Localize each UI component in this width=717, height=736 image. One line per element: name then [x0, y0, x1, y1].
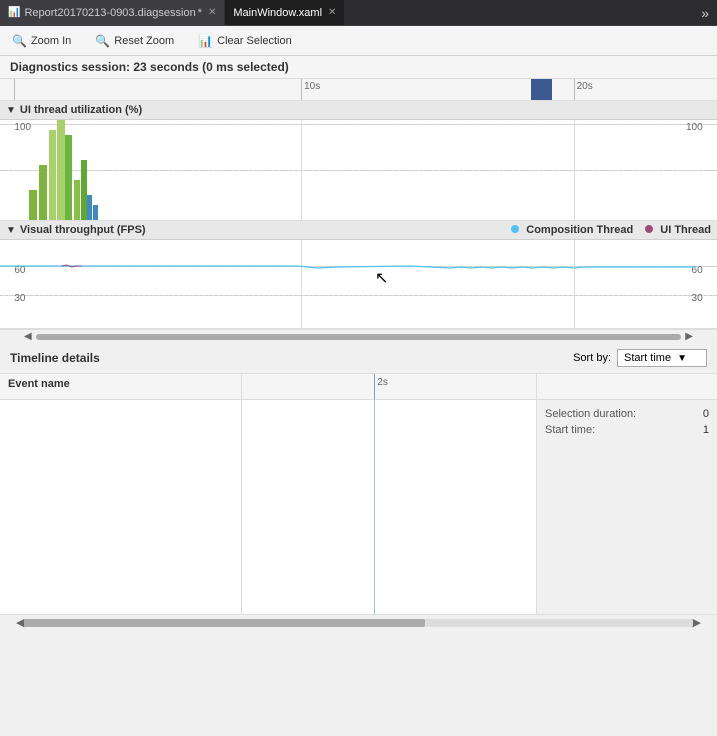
- bottom-scroll-thumb[interactable]: [24, 619, 425, 627]
- ui-thread-chart-body[interactable]: 100 100: [0, 120, 717, 220]
- tab-mainwindow[interactable]: MainWindow.xaml ✕: [225, 0, 345, 25]
- legend-label-composition: Composition Thread: [526, 224, 633, 236]
- tab-close-diag[interactable]: ✕: [208, 7, 216, 18]
- fps-composition-line: [0, 266, 697, 268]
- timeline-details-title: Timeline details: [10, 351, 100, 365]
- fps-chart-header[interactable]: ▼ Visual throughput (FPS) Composition Th…: [0, 221, 717, 240]
- bar-6: [81, 160, 87, 220]
- tab-nav-arrows[interactable]: »: [693, 5, 717, 21]
- start-time-value: 1: [703, 424, 709, 436]
- table-ruler-tick-2s: 2s: [374, 374, 388, 399]
- bar-0: [29, 190, 38, 220]
- selection-duration-label: Selection duration:: [545, 408, 636, 420]
- session-info-text: Diagnostics session: 23 seconds (0 ms se…: [10, 60, 289, 74]
- ui-thread-bars: [0, 120, 717, 220]
- legend-composition-thread: Composition Thread: [511, 224, 633, 236]
- fps-chart-title: Visual throughput (FPS): [20, 224, 146, 236]
- ui-thread-chart-section: ▼ UI thread utilization (%) 100 100: [0, 101, 717, 221]
- fps-line-svg: [0, 240, 717, 328]
- bottom-scroll-left-arrow[interactable]: ◀: [16, 616, 24, 629]
- table-col-right: Selection duration: 0 Start time: 1: [537, 374, 717, 614]
- start-time-label: Start time:: [545, 424, 595, 436]
- table-col-timeline: 2s: [242, 374, 537, 614]
- table-timeline-body[interactable]: [242, 400, 536, 614]
- zoom-in-label: Zoom In: [31, 35, 71, 47]
- col-event-name-body[interactable]: [0, 400, 241, 614]
- bottom-scroll-right-arrow[interactable]: ▶: [693, 616, 701, 629]
- ruler-tick-0s: [14, 79, 17, 100]
- timeline-details-header: Timeline details Sort by: Start time ▼: [0, 343, 717, 374]
- scroll-right-arrow[interactable]: ▶: [681, 331, 697, 342]
- tab-label-main: MainWindow.xaml: [233, 7, 322, 19]
- bar-2: [49, 130, 56, 220]
- tab-close-main[interactable]: ✕: [328, 7, 336, 18]
- timeline-ruler: 10s 20s: [0, 79, 717, 101]
- bar-4: [65, 135, 72, 220]
- start-time-row: Start time: 1: [545, 424, 709, 436]
- fps-chart-body[interactable]: 60 30 60 30 ↖: [0, 240, 717, 328]
- ruler-tick-10s: 10s: [301, 79, 320, 100]
- col-header-event-name: Event name: [0, 374, 241, 400]
- sort-dropdown-arrow-icon: ▼: [677, 353, 687, 364]
- sort-by-label: Sort by:: [573, 352, 611, 364]
- legend-ui-thread: UI Thread: [645, 224, 711, 236]
- timeline-table: Event name 2s Selection duration: 0 Star…: [0, 374, 717, 614]
- ui-thread-chart-header[interactable]: ▼ UI thread utilization (%): [0, 101, 717, 120]
- tab-modified-diag: *: [198, 7, 202, 19]
- session-info: Diagnostics session: 23 seconds (0 ms se…: [0, 56, 717, 79]
- bar-1: [39, 165, 46, 220]
- reset-zoom-button[interactable]: 🔍 Reset Zoom: [91, 32, 178, 50]
- scroll-track[interactable]: [36, 334, 682, 340]
- bottom-scrollbar[interactable]: ◀ ▶: [0, 614, 717, 630]
- tab-diagsession[interactable]: 📊 Report20170213-0903.diagsession * ✕: [0, 0, 225, 25]
- bar-5: [74, 180, 80, 220]
- bottom-scroll-track[interactable]: [24, 619, 692, 627]
- zoom-in-icon: 🔍: [12, 34, 27, 48]
- col-event-name-label: Event name: [8, 378, 70, 390]
- legend-label-ui: UI Thread: [660, 224, 711, 236]
- table-ruler: 2s: [242, 374, 536, 400]
- scroll-left-arrow[interactable]: ◀: [20, 331, 36, 342]
- legend-dot-ui: [645, 225, 653, 233]
- bar-7: [87, 195, 92, 220]
- ui-thread-chart-title: UI thread utilization (%): [20, 104, 142, 116]
- ruler-highlight: [531, 79, 553, 100]
- col-header-right: [537, 374, 717, 400]
- table-ruler-tick-label: 2s: [377, 377, 388, 388]
- chart-scrollbar[interactable]: ◀ ▶: [0, 329, 717, 343]
- right-panel: Selection duration: 0 Start time: 1: [537, 400, 717, 448]
- tab-label-diag: Report20170213-0903.diagsession: [24, 7, 195, 19]
- scroll-thumb[interactable]: [36, 334, 682, 340]
- zoom-in-button[interactable]: 🔍 Zoom In: [8, 32, 75, 50]
- table-col-event-name: Event name: [0, 374, 242, 614]
- fps-chart-legend: Composition Thread UI Thread: [511, 224, 711, 236]
- reset-zoom-icon: 🔍: [95, 34, 110, 48]
- clear-selection-label: Clear Selection: [217, 35, 292, 47]
- table-timeline-cursor-line: [374, 374, 375, 614]
- sort-section: Sort by: Start time ▼: [573, 349, 707, 367]
- tab-bar: 📊 Report20170213-0903.diagsession * ✕ Ma…: [0, 0, 717, 26]
- sort-value: Start time: [624, 352, 671, 364]
- legend-dot-composition: [511, 225, 519, 233]
- selection-duration-row: Selection duration: 0: [545, 408, 709, 420]
- clear-selection-button[interactable]: 📊 Clear Selection: [194, 32, 296, 50]
- fps-chart-section: ▼ Visual throughput (FPS) Composition Th…: [0, 221, 717, 329]
- bar-3: [57, 120, 64, 220]
- fps-collapse-icon: ▼: [6, 225, 16, 236]
- clear-selection-icon: 📊: [198, 34, 213, 48]
- toolbar: 🔍 Zoom In 🔍 Reset Zoom 📊 Clear Selection: [0, 26, 717, 56]
- reset-zoom-label: Reset Zoom: [114, 35, 174, 47]
- ruler-tick-20s: 20s: [574, 79, 593, 100]
- ui-thread-collapse-icon: ▼: [6, 105, 16, 116]
- sort-dropdown[interactable]: Start time ▼: [617, 349, 707, 367]
- bar-8: [93, 205, 98, 220]
- tab-icon-diag: 📊: [8, 7, 20, 18]
- selection-duration-value: 0: [703, 408, 709, 420]
